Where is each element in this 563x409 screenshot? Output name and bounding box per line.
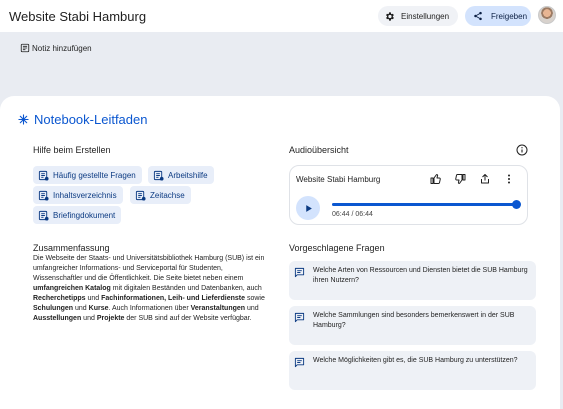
audio-progress-fill [332, 203, 516, 206]
audio-progress-knob[interactable] [512, 200, 521, 209]
thumbs-up-icon[interactable] [430, 173, 442, 185]
share-icon [474, 11, 482, 21]
question-text: Welche Sammlungen sind besonders bemerke… [313, 312, 515, 329]
info-icon[interactable] [516, 144, 528, 156]
document-icon [38, 210, 49, 221]
suggested-question[interactable]: Welche Möglichkeiten gibt es, die SUB Ha… [289, 351, 536, 390]
avatar[interactable] [538, 6, 556, 24]
audio-progress-slider[interactable] [332, 200, 521, 209]
share-button[interactable]: Freigeben [465, 6, 531, 26]
guide-title-text: Notebook-Leitfaden [34, 112, 148, 127]
summary-segment: und [85, 295, 102, 302]
chip-label: Briefingdokument [53, 210, 116, 220]
question-text: Welche Arten von Ressourcen und Diensten… [313, 267, 528, 284]
summary-highlight: Recherchetipps [33, 295, 86, 302]
sparkle-icon [18, 114, 29, 125]
play-button[interactable] [296, 196, 320, 220]
summary-segment: und [245, 305, 259, 312]
summary-segment: mit digitalen Beständen und Datenbanken,… [110, 285, 262, 292]
summary-text: Die Webseite der Staats- und Universität… [33, 254, 265, 324]
summary-highlight: Veranstaltungen [190, 305, 246, 312]
summary-segment: Die Webseite der Staats- und Universität… [33, 255, 265, 282]
notebook-guide-panel: Notebook-Leitfaden Hilfe beim Erstellen … [0, 96, 560, 409]
chip-label: Arbeitshilfe [168, 170, 208, 180]
chip-label: Häufig gestellte Fragen [53, 170, 136, 180]
chip-table-of-contents[interactable]: Inhaltsverzeichnis [33, 186, 123, 204]
share-label: Freigeben [491, 11, 528, 21]
settings-button[interactable]: Einstellungen [378, 6, 458, 26]
question-chat-icon [294, 357, 305, 368]
summary-segment: sowie [245, 295, 265, 302]
summary-highlight: Ausstellungen [33, 315, 82, 322]
add-note-button[interactable]: Notiz hinzufügen [20, 43, 92, 53]
question-text: Welche Möglichkeiten gibt es, die SUB Ha… [313, 357, 518, 364]
audio-time: 06:44 / 06:44 [332, 211, 373, 218]
question-chat-icon [294, 267, 305, 278]
summary-highlight: Projekte [96, 315, 125, 322]
document-icon [135, 190, 146, 201]
chip-label: Inhaltsverzeichnis [53, 190, 117, 200]
chip-timeline[interactable]: Zeitachse [130, 186, 191, 204]
notebook-title[interactable]: Website Stabi Hamburg [9, 9, 146, 24]
document-icon [153, 170, 164, 181]
gear-icon [386, 11, 394, 21]
share-audio-icon[interactable] [479, 173, 491, 185]
summary-segment: . Auch Informationen über [108, 305, 191, 312]
audio-player: Website Stabi Hamburg 06:44 / 06:44 [289, 165, 528, 225]
summary-segment: und [73, 305, 89, 312]
summary-title: Zusammenfassung [33, 243, 110, 253]
top-bar: Website Stabi Hamburg Einstellungen Frei… [0, 0, 563, 32]
settings-label: Einstellungen [401, 11, 450, 21]
summary-highlight: umfangreichen Katalog [33, 285, 111, 292]
more-options-icon[interactable] [503, 173, 515, 185]
note-add-icon [20, 43, 30, 53]
summary-segment: der SUB sind auf der Website verfügbar. [124, 315, 252, 322]
document-icon [38, 190, 49, 201]
chip-faq[interactable]: Häufig gestellte Fragen [33, 166, 142, 184]
document-icon [38, 170, 49, 181]
create-help-label: Hilfe beim Erstellen [33, 145, 111, 155]
add-note-label: Notiz hinzufügen [32, 43, 92, 53]
suggested-question[interactable]: Welche Arten von Ressourcen und Diensten… [289, 261, 536, 300]
summary-segment: und [81, 315, 97, 322]
play-icon [305, 204, 312, 212]
guide-title: Notebook-Leitfaden [18, 112, 147, 127]
summary-highlight: Schulungen [33, 305, 74, 312]
suggested-question[interactable]: Welche Sammlungen sind besonders bemerke… [289, 306, 536, 345]
question-chat-icon [294, 312, 305, 323]
audio-title: Website Stabi Hamburg [296, 175, 381, 184]
chip-study-guide[interactable]: Arbeitshilfe [148, 166, 214, 184]
summary-highlight: Fachinformationen, Leih- und Lieferdiens… [101, 295, 246, 302]
chip-label: Zeitachse [150, 190, 185, 200]
summary-highlight: Kurse [88, 305, 109, 312]
audio-overview-label: Audioübersicht [289, 145, 349, 155]
thumbs-down-icon[interactable] [454, 173, 466, 185]
chip-briefing-document[interactable]: Briefingdokument [33, 206, 122, 224]
suggested-questions-label: Vorgeschlagene Fragen [289, 243, 385, 253]
